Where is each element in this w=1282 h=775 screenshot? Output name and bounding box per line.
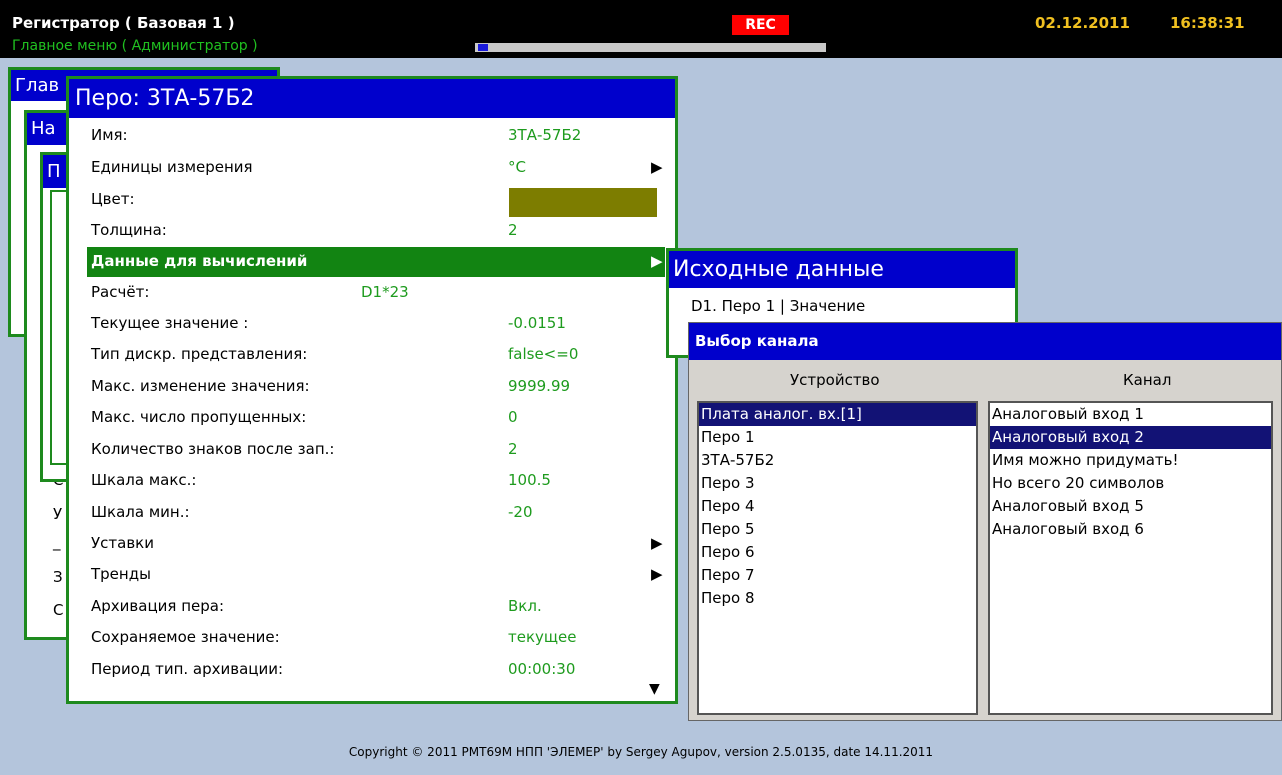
source-data-title: Исходные данные [669, 251, 1015, 288]
pen-setting-row[interactable]: Имя: 3ТА-57Б2 [91, 121, 661, 151]
channel-list-item[interactable]: Аналоговый вход 2 [990, 426, 1271, 449]
device-list-item[interactable]: Перо 3 [699, 472, 976, 495]
pen-setting-label: Архивация пера: [91, 597, 224, 615]
pen-settings-window: Перо: 3ТА-57Б2 Имя: 3ТА-57Б2 Единицы измер… [66, 76, 678, 704]
pen-setting-row[interactable]: Макс. изменение значения: 9999.99 [91, 372, 661, 402]
device-list-item[interactable]: Перо 6 [699, 541, 976, 564]
device-list-item[interactable]: Плата аналог. вх.[1] [699, 403, 976, 426]
pen-setting-row[interactable]: Количество знаков после зап.: 2 [91, 435, 661, 465]
pen-setting-label: Расчёт: [91, 283, 150, 301]
color-swatch[interactable] [509, 188, 657, 217]
channel-list-item[interactable]: Имя можно придумать! [990, 449, 1271, 472]
pen-setting-row[interactable]: Период тип. архивации: 00:00:30 [91, 655, 661, 685]
pen-setting-label: Макс. изменение значения: [91, 377, 310, 395]
submenu-arrow-icon: ▶ [651, 565, 663, 583]
pen-setting-label: Данные для вычислений [91, 252, 308, 270]
device-list-item[interactable]: 3ТА-57Б2 [699, 449, 976, 472]
pen-setting-value: false<=0 [508, 345, 579, 363]
device-list-item[interactable]: Перо 1 [699, 426, 976, 449]
pen-setting-row[interactable]: Архивация пера: Вкл. [91, 592, 661, 622]
pen-setting-value: Вкл. [508, 597, 542, 615]
channel-list-item[interactable]: Аналоговый вход 5 [990, 495, 1271, 518]
pen-setting-value: 2 [508, 221, 518, 239]
menu-path: Главное меню ( Администратор ) [12, 38, 258, 54]
pen-setting-row[interactable]: Макс. число пропущенных: 0 [91, 403, 661, 433]
app-title: Регистратор ( Базовая 1 ) [12, 14, 235, 32]
source-data-item[interactable]: D1. Перо 1 | Значение [691, 297, 865, 315]
header-bar: Регистратор ( Базовая 1 ) Главное меню (… [0, 0, 1282, 58]
pen-setting-row[interactable]: Шкала мин.: -20 [91, 498, 661, 528]
channel-dialog-title: Выбор канала [689, 323, 1281, 360]
pen-setting-label: Макс. число пропущенных: [91, 408, 307, 426]
copyright-footer: Copyright © 2011 РМТ69М НПП 'ЭЛЕМЕР' by … [348, 745, 934, 759]
pen-setting-label: Шкала макс.: [91, 471, 197, 489]
channel-list-item[interactable]: Аналоговый вход 6 [990, 518, 1271, 541]
submenu-arrow-icon: ▶ [651, 158, 663, 176]
submenu-arrow-icon: ▶ [651, 252, 663, 270]
pen-setting-value: 0 [508, 408, 518, 426]
pen-setting-label: Толщина: [91, 221, 167, 239]
pen-setting-value: 9999.99 [508, 377, 571, 395]
pen-setting-value: D1*23 [361, 283, 409, 301]
device-list-item[interactable]: Перо 5 [699, 518, 976, 541]
pen-setting-value: 3ТА-57Б2 [508, 126, 582, 144]
pen-setting-value: 100.5 [508, 471, 551, 489]
pen-setting-label: Уставки [91, 534, 154, 552]
pen-setting-row[interactable]: Расчёт: D1*23 [91, 278, 661, 308]
progress-bar [475, 43, 826, 52]
device-column-header: Устройство [790, 371, 880, 389]
time-display: 16:38:31 [1170, 14, 1245, 32]
pen-setting-row[interactable]: Текущее значение : -0.0151 [91, 309, 661, 339]
date-display: 02.12.2011 [1035, 14, 1130, 32]
channel-select-dialog: Выбор канала Устройство Канал Плата анал… [688, 322, 1282, 721]
channel-list-item[interactable]: Но всего 20 символов [990, 472, 1271, 495]
pen-setting-value: -20 [508, 503, 533, 521]
device-list-item[interactable]: Перо 8 [699, 587, 976, 610]
pen-setting-value: 2 [508, 440, 518, 458]
pen-setting-label: Шкала мин.: [91, 503, 190, 521]
pen-setting-label: Цвет: [91, 190, 135, 208]
menu-fragment-4[interactable]: З [53, 568, 63, 586]
channel-list[interactable]: Аналоговый вход 1 Аналоговый вход 2 Имя мо… [988, 401, 1273, 715]
menu-fragment-5[interactable]: С [53, 601, 63, 619]
pen-setting-label: Единицы измерения [91, 158, 253, 176]
pen-setting-label: Количество знаков после зап.: [91, 440, 335, 458]
pen-setting-label: Текущее значение : [91, 314, 249, 332]
pen-setting-value: °C [508, 158, 526, 176]
pen-setting-row[interactable]: Тренды ▶ [91, 560, 663, 590]
pen-window-title: Перо: 3ТА-57Б2 [69, 79, 675, 118]
device-list[interactable]: Плата аналог. вх.[1] Перо 1 3ТА-57Б2 Перо 3… [697, 401, 978, 715]
pen-setting-row[interactable]: Единицы измерения °C ▶ [91, 153, 663, 183]
pen-setting-row[interactable]: Уставки ▶ [91, 529, 663, 559]
pen-setting-value: текущее [508, 628, 577, 646]
progress-fill [478, 44, 489, 51]
pen-setting-value: -0.0151 [508, 314, 566, 332]
pen-setting-label: Тип дискр. представления: [91, 345, 308, 363]
pen-setting-row[interactable]: Тип дискр. представления: false<=0 [91, 340, 661, 370]
device-list-item[interactable]: Перо 7 [699, 564, 976, 587]
pen-setting-row[interactable]: Данные для вычислений ▶ [87, 247, 665, 277]
device-list-item[interactable]: Перо 4 [699, 495, 976, 518]
pen-setting-row[interactable]: Цвет: [91, 185, 661, 217]
pen-setting-label: Период тип. архивации: [91, 660, 284, 678]
channel-list-item[interactable]: Аналоговый вход 1 [990, 403, 1271, 426]
pen-setting-row[interactable]: Сохраняемое значение: текущее [91, 623, 661, 653]
rec-indicator: REC [732, 15, 789, 35]
scroll-down-icon[interactable]: ▼ [649, 681, 660, 697]
submenu-arrow-icon: ▶ [651, 534, 663, 552]
menu-fragment-3: _ [53, 533, 61, 551]
pen-setting-row[interactable]: Шкала макс.: 100.5 [91, 466, 661, 496]
pen-setting-label: Имя: [91, 126, 128, 144]
pen-setting-row[interactable]: Толщина: 2 [91, 216, 661, 246]
menu-fragment-2[interactable]: У [53, 505, 62, 523]
pen-setting-value: 00:00:30 [508, 660, 576, 678]
pen-setting-label: Сохраняемое значение: [91, 628, 280, 646]
channel-column-header: Канал [1123, 371, 1172, 389]
pen-setting-label: Тренды [91, 565, 151, 583]
